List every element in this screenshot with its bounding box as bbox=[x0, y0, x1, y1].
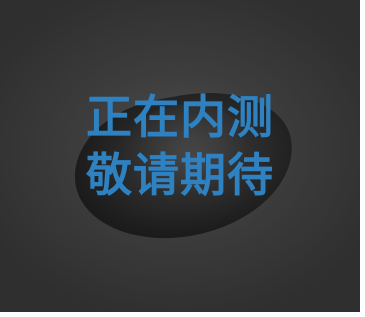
coming-soon-message: 正在内测 敬请期待 bbox=[0, 92, 360, 200]
screenshot-bottom-border bbox=[0, 312, 365, 317]
message-line-1: 正在内测 bbox=[86, 90, 274, 144]
message-line-2: 敬请期待 bbox=[86, 148, 274, 202]
screenshot-right-border bbox=[360, 0, 365, 317]
coming-soon-screen: 正在内测 敬请期待 bbox=[0, 0, 360, 312]
